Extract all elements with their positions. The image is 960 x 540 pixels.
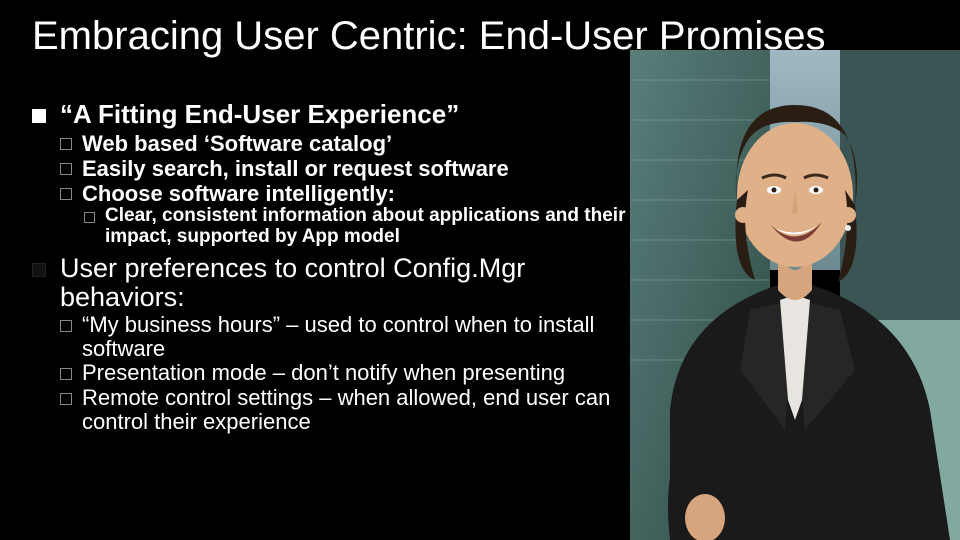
bullet-text: Presentation mode – don’t notify when pr… bbox=[82, 361, 565, 385]
bullet-text: Easily search, install or request softwa… bbox=[82, 156, 509, 181]
bullet-text: Clear, consistent information about appl… bbox=[105, 206, 632, 248]
bullet-text: Choose software intelligently: bbox=[82, 181, 395, 206]
box-bullet-icon bbox=[60, 163, 72, 175]
bullet-text: Remote control settings – when allowed, … bbox=[82, 386, 632, 434]
slide-content: “A Fitting End-User Experience” Web base… bbox=[32, 100, 632, 434]
person-svg bbox=[630, 50, 960, 540]
square-bullet-icon bbox=[32, 263, 46, 277]
box-bullet-icon bbox=[84, 212, 95, 223]
box-bullet-icon bbox=[60, 188, 72, 200]
bullet-l2-choose: Choose software intelligently: bbox=[60, 181, 632, 206]
bullet-text: User preferences to control Config.Mgr b… bbox=[60, 254, 632, 311]
bullet-text: “My business hours” – used to control wh… bbox=[82, 313, 632, 361]
bullet-text: “A Fitting End-User Experience” bbox=[60, 100, 459, 129]
bullet-l2-presentation: Presentation mode – don’t notify when pr… bbox=[60, 361, 632, 385]
box-bullet-icon bbox=[60, 393, 72, 405]
person-photo bbox=[630, 50, 960, 540]
bullet-l1-preferences: User preferences to control Config.Mgr b… bbox=[32, 254, 632, 311]
box-bullet-icon bbox=[60, 138, 72, 150]
slide: Embracing User Centric: End-User Promise… bbox=[0, 0, 960, 540]
box-bullet-icon bbox=[60, 368, 72, 380]
bullet-l1-fitting: “A Fitting End-User Experience” bbox=[32, 100, 632, 129]
bullet-l3-clear: Clear, consistent information about appl… bbox=[84, 206, 632, 248]
bullet-l2-hours: “My business hours” – used to control wh… bbox=[60, 313, 632, 361]
bullet-l2-catalog: Web based ‘Software catalog’ bbox=[60, 131, 632, 156]
square-bullet-icon bbox=[32, 109, 46, 123]
bullet-l2-remote: Remote control settings – when allowed, … bbox=[60, 386, 632, 434]
bullet-l2-search: Easily search, install or request softwa… bbox=[60, 156, 632, 181]
box-bullet-icon bbox=[60, 320, 72, 332]
bullet-text: Web based ‘Software catalog’ bbox=[82, 131, 392, 156]
